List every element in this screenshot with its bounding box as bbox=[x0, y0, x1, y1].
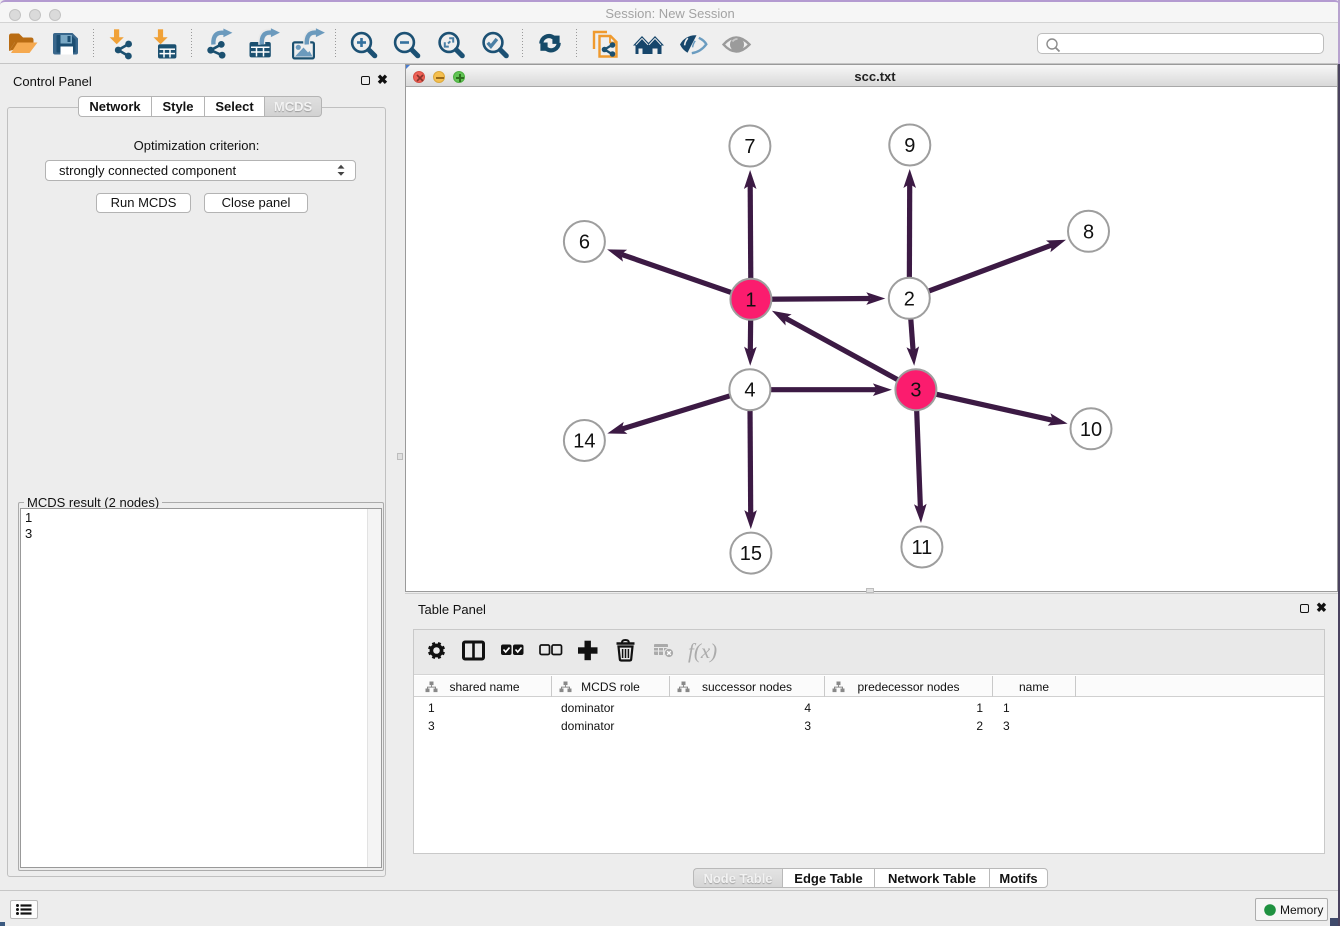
svg-text:14: 14 bbox=[573, 431, 595, 453]
svg-text:1: 1 bbox=[745, 289, 756, 311]
svg-text:10: 10 bbox=[1080, 419, 1102, 441]
svg-text:2: 2 bbox=[904, 288, 915, 310]
svg-text:9: 9 bbox=[904, 135, 915, 157]
svg-text:6: 6 bbox=[579, 232, 590, 254]
svg-text:f(x): f(x) bbox=[688, 639, 717, 663]
svg-text:4: 4 bbox=[744, 380, 755, 402]
svg-text:7: 7 bbox=[744, 136, 755, 158]
svg-text:3: 3 bbox=[910, 380, 921, 402]
svg-text:11: 11 bbox=[912, 537, 933, 559]
svg-text:8: 8 bbox=[1083, 221, 1094, 243]
svg-text:15: 15 bbox=[740, 543, 762, 565]
